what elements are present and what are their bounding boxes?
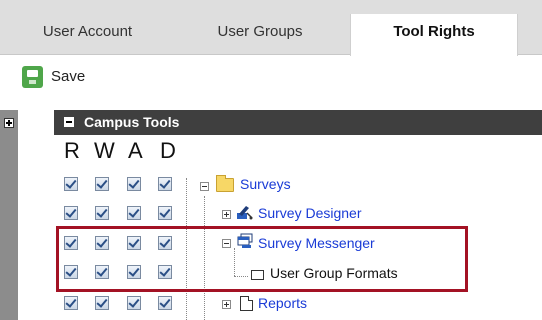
highlight-box <box>56 226 468 292</box>
tab-user-groups[interactable]: User Groups <box>175 14 345 55</box>
left-strip <box>0 110 18 320</box>
tree-node-reports[interactable]: Reports <box>258 295 307 311</box>
checkbox-r[interactable] <box>64 177 78 191</box>
column-r: R <box>64 138 80 163</box>
folder-icon <box>216 175 234 192</box>
expand-toggle-icon[interactable] <box>222 300 231 309</box>
checkbox-r[interactable] <box>64 206 78 220</box>
column-w: W <box>94 138 115 163</box>
campus-tools-header[interactable]: Campus Tools <box>54 110 542 135</box>
tab-tool-rights[interactable]: Tool Rights <box>350 14 518 56</box>
indent-column <box>18 110 54 320</box>
expand-all-icon[interactable] <box>4 118 14 128</box>
checkbox-r[interactable] <box>64 296 78 310</box>
survey-designer-icon <box>237 206 253 220</box>
page-icon <box>240 296 253 311</box>
checkbox-a[interactable] <box>127 206 141 220</box>
column-d: D <box>160 138 176 163</box>
tree-node-survey-designer[interactable]: Survey Designer <box>258 205 362 221</box>
checkbox-a[interactable] <box>127 177 141 191</box>
collapse-icon[interactable] <box>64 117 74 127</box>
save-icon[interactable] <box>22 66 43 88</box>
column-a: A <box>128 138 143 163</box>
checkbox-w[interactable] <box>95 206 109 220</box>
checkbox-d[interactable] <box>158 296 172 310</box>
expand-toggle-icon[interactable] <box>222 210 231 219</box>
checkbox-w[interactable] <box>95 296 109 310</box>
checkbox-d[interactable] <box>158 206 172 220</box>
checkbox-d[interactable] <box>158 177 172 191</box>
tab-bar: User Account User Groups Tool Rights <box>0 0 542 56</box>
collapse-toggle-icon[interactable] <box>200 182 209 191</box>
tab-user-account[interactable]: User Account <box>0 14 175 55</box>
toolbar: Save <box>0 56 542 108</box>
campus-tools-label: Campus Tools <box>84 114 180 130</box>
save-button[interactable]: Save <box>51 68 85 85</box>
checkbox-a[interactable] <box>127 296 141 310</box>
tree-node-surveys[interactable]: Surveys <box>240 176 291 192</box>
checkbox-w[interactable] <box>95 177 109 191</box>
